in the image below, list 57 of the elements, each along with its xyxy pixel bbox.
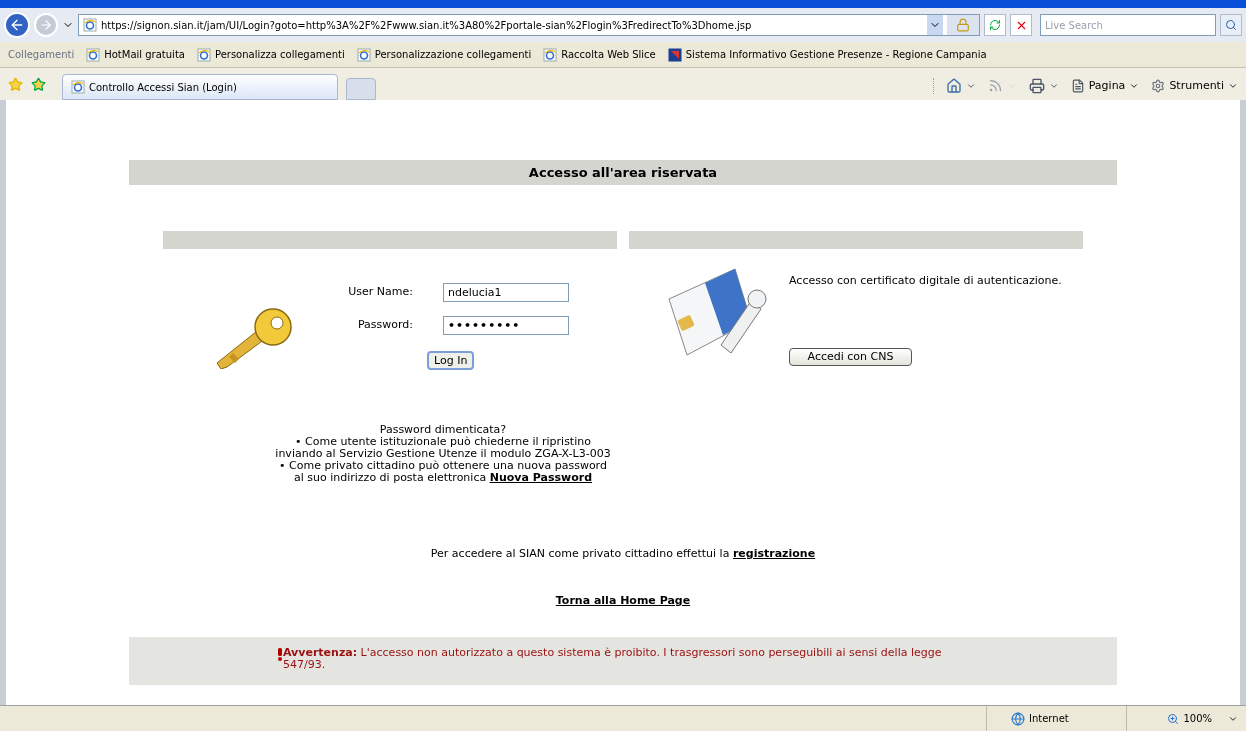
registration-text: Per accedere al SIAN come privato cittadino effettui la registrazione [430, 546, 816, 562]
exclamation-icon [277, 648, 283, 661]
browser-page-icon [86, 47, 101, 62]
forgot-password-instruction: • Come utente istituzionale può chiederne il ripristino inviando al Servizio Gestione Utenze il modulo ZGA-X-L3-003 [274, 436, 612, 460]
feed-icon[interactable] [987, 78, 1003, 94]
field-label: User Name: [347, 284, 414, 301]
search-icon [1225, 19, 1237, 31]
link-item[interactable]: Sistema Informativo Gestione Presenze - Regione Campania [667, 47, 987, 62]
field-label: Password: [356, 317, 414, 334]
link-item[interactable]: Personalizza collegamenti [196, 47, 345, 62]
favorites-star-icon[interactable] [8, 77, 23, 92]
refresh-icon [989, 19, 1001, 31]
back-button[interactable] [4, 12, 30, 38]
lock-button[interactable] [947, 15, 979, 35]
link-item[interactable]: Personalizzazione collegamenti [356, 47, 532, 62]
add-favorite-icon[interactable] [31, 77, 46, 92]
smart-card-key-icon [665, 265, 769, 357]
page-header: Accesso all'area riservata [129, 160, 1117, 185]
link-item[interactable]: Raccolta Web Slice [543, 47, 656, 62]
zoom-button[interactable]: 100% [1167, 711, 1212, 726]
stop-button[interactable] [1010, 14, 1032, 36]
browser-tab[interactable]: Controllo Accessi Sian (Login) [62, 74, 338, 100]
forgot-password-title: Password dimenticata? [379, 424, 507, 436]
login-button[interactable]: Log In [427, 351, 475, 370]
search-button[interactable] [1220, 14, 1242, 36]
browser-page-icon [196, 47, 211, 62]
registration-link[interactable]: registrazione [732, 547, 816, 560]
lock-icon [956, 18, 970, 32]
warning-text: Avvertenza: L'accesso non autorizzato a questo sistema è proibito. I trasgressori sono perseguibili ai sensi della legge 547/93. [283, 647, 943, 671]
cns-login-button[interactable]: Accedi con CNS [789, 347, 912, 366]
refresh-button[interactable] [984, 14, 1006, 36]
search-field[interactable]: Live Search [1040, 14, 1216, 36]
address-field[interactable]: https://signon.sian.it/jam/UI/Login?goto=http%3A%2F%2Fwww.sian.it%3A80%2Fportale-sian%2Flogin%3FredirectTo%3Dhome.jsp [78, 14, 980, 36]
username-field[interactable]: ndelucia1 [443, 283, 569, 302]
printer-icon[interactable] [1028, 77, 1045, 94]
browser-page-icon [356, 47, 371, 62]
settings-icon [1151, 78, 1166, 93]
forgot-password-instruction: • Come privato cittadino può ottenere una nuova password al suo indirizzo di posta elettronica Nuova Password [278, 460, 608, 484]
tools-menu-button[interactable]: Strumenti [1151, 77, 1238, 94]
browser-page-icon [543, 47, 558, 62]
site-logo-icon [667, 47, 682, 62]
new-password-link[interactable]: Nuova Password [489, 471, 592, 484]
page-icon [1070, 78, 1085, 93]
browser-page-icon [83, 18, 97, 32]
dropdown-button[interactable] [927, 15, 943, 35]
certificate-text: Accesso con certificato digitale di autenticazione. [789, 273, 1062, 289]
page-menu-button[interactable]: Pagina [1070, 77, 1140, 94]
links-label: Collegamenti [8, 48, 75, 62]
forward-arrow-icon [39, 18, 53, 32]
password-field[interactable]: ••••••••• [443, 316, 569, 335]
browser-page-icon [71, 80, 85, 94]
zone-label: Internet [1029, 712, 1069, 726]
link-item[interactable]: HotMail gratuita [86, 47, 185, 62]
zoom-icon [1167, 712, 1180, 725]
home-icon[interactable] [945, 77, 962, 94]
home-page-link[interactable]: Torna alla Home Page [555, 592, 691, 609]
globe-icon [1011, 711, 1025, 726]
